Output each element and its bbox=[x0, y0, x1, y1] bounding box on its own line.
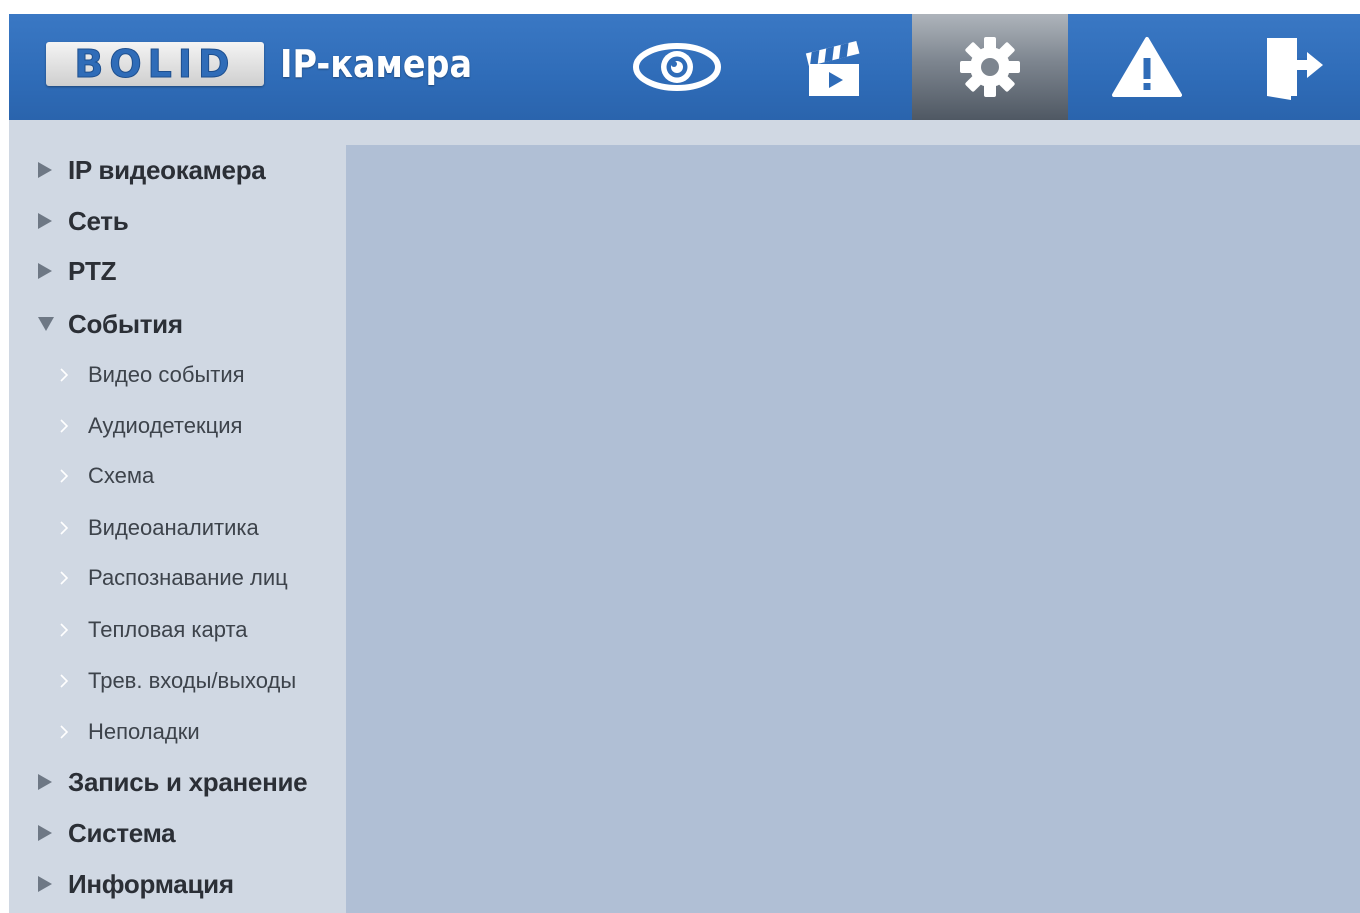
app-title: IP-камера bbox=[280, 42, 473, 86]
chevron-right-icon bbox=[59, 614, 77, 646]
nav-playback-button[interactable] bbox=[755, 14, 911, 120]
sidebar-subitem-faults[interactable]: Неполадки bbox=[59, 716, 200, 748]
sidebar-item-label: События bbox=[68, 308, 183, 339]
sidebar-item-ptz[interactable]: PTZ bbox=[37, 254, 117, 288]
gear-icon bbox=[960, 37, 1020, 97]
sidebar-item-network[interactable]: Сеть bbox=[37, 204, 129, 238]
nav-logout-button[interactable] bbox=[1225, 14, 1360, 120]
sidebar-subitem-label: Видео события bbox=[88, 362, 245, 387]
settings-content-panel bbox=[346, 145, 1360, 913]
chevron-right-icon bbox=[59, 512, 77, 544]
sidebar-subitem-label: Трев. входы/выходы bbox=[88, 668, 297, 693]
logo: BOLID IP-камера bbox=[46, 40, 498, 88]
chevron-right-icon bbox=[59, 665, 77, 697]
sidebar-subitem-heat-map[interactable]: Тепловая карта bbox=[59, 614, 248, 646]
chevron-right-icon bbox=[59, 460, 77, 492]
sidebar-subitem-face-recognition[interactable]: Распознавание лиц bbox=[59, 562, 288, 594]
sidebar-subitem-label: Распознавание лиц bbox=[88, 565, 288, 590]
nav-alarm-button[interactable] bbox=[1069, 14, 1225, 120]
sidebar-item-label: IP видеокамера bbox=[68, 154, 266, 185]
app-window: BOLID IP-камера IP видеокамера Сеть PTZ … bbox=[9, 14, 1360, 913]
chevron-right-icon bbox=[59, 359, 77, 391]
sidebar-item-label: PTZ bbox=[68, 255, 117, 286]
sidebar-item-label: Система bbox=[68, 817, 176, 848]
sidebar-item-system[interactable]: Система bbox=[37, 816, 176, 850]
expand-arrow-icon bbox=[37, 867, 59, 901]
sidebar-subitem-label: Видеоаналитика bbox=[88, 515, 259, 540]
sidebar-subitem-alarm-io[interactable]: Трев. входы/выходы bbox=[59, 665, 296, 697]
clapperboard-icon bbox=[805, 40, 860, 96]
sidebar-subitem-video-events[interactable]: Видео события bbox=[59, 359, 245, 391]
sidebar-item-label: Сеть bbox=[68, 205, 129, 236]
sidebar-subitem-label: Тепловая карта bbox=[88, 617, 248, 642]
expand-arrow-icon bbox=[37, 153, 59, 187]
sidebar-item-information[interactable]: Информация bbox=[37, 867, 234, 901]
expand-arrow-icon bbox=[37, 765, 59, 799]
sidebar-item-ip-camera[interactable]: IP видеокамера bbox=[37, 153, 266, 187]
logout-icon bbox=[1266, 38, 1323, 100]
warning-icon bbox=[1112, 37, 1182, 97]
chevron-right-icon bbox=[59, 410, 77, 442]
chevron-right-icon bbox=[59, 716, 77, 748]
nav-live-view-button[interactable] bbox=[599, 14, 755, 120]
sidebar-subitem-label: Схема bbox=[88, 463, 155, 488]
eye-icon bbox=[633, 43, 721, 91]
sidebar-subitem-video-analytics[interactable]: Видеоаналитика bbox=[59, 512, 259, 544]
expand-arrow-icon bbox=[37, 204, 59, 238]
sidebar-item-events[interactable]: События bbox=[37, 307, 183, 341]
collapse-arrow-icon bbox=[37, 307, 59, 341]
settings-sidebar: IP видеокамера Сеть PTZ События Видео со bbox=[9, 120, 346, 913]
bolid-logo: BOLID bbox=[46, 42, 264, 86]
sidebar-subitem-label: Неполадки bbox=[88, 719, 200, 744]
sidebar-item-label: Запись и хранение bbox=[68, 766, 308, 797]
chevron-right-icon bbox=[59, 562, 77, 594]
sidebar-item-record-storage[interactable]: Запись и хранение bbox=[37, 765, 308, 799]
expand-arrow-icon bbox=[37, 816, 59, 850]
sidebar-item-label: Информация bbox=[68, 868, 234, 899]
top-header: BOLID IP-камера bbox=[9, 14, 1360, 120]
logo-text: BOLID bbox=[74, 42, 236, 86]
sidebar-subitem-schedule[interactable]: Схема bbox=[59, 460, 154, 492]
nav-settings-button[interactable] bbox=[912, 14, 1068, 120]
expand-arrow-icon bbox=[37, 254, 59, 288]
sidebar-subitem-audio-detection[interactable]: Аудиодетекция bbox=[59, 410, 242, 442]
sidebar-subitem-label: Аудиодетекция bbox=[88, 413, 243, 438]
